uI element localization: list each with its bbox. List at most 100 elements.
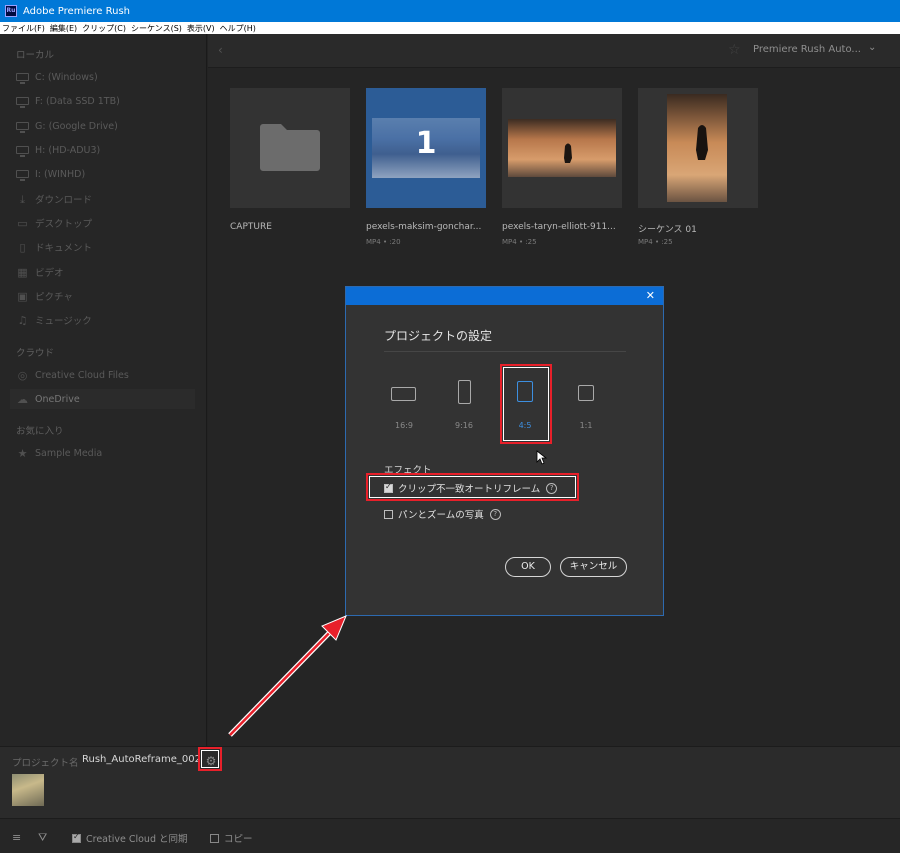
media-item-sequence[interactable]: [638, 88, 758, 208]
copy-label: コピー: [224, 834, 253, 845]
sidebar-item-label: デスクトップ: [35, 219, 93, 230]
sidebar-item-documents[interactable]: ▯ ドキュメント: [16, 237, 201, 257]
project-name-label: プロジェクト名: [12, 758, 79, 769]
dialog-titlebar: ✕: [346, 287, 663, 305]
sidebar-item-videos[interactable]: ▦ ビデオ: [16, 262, 201, 282]
cloud-icon: ☁: [17, 392, 28, 406]
drive-icon: [16, 170, 29, 181]
project-media-thumbnail[interactable]: [12, 774, 44, 806]
window-title: Adobe Premiere Rush: [23, 5, 130, 17]
project-name-field[interactable]: Rush_AutoReframe_002: [82, 754, 201, 765]
sidebar-item-sample-media[interactable]: ★ Sample Media: [16, 443, 201, 463]
sidebar-item-drive-h[interactable]: H: (HD-ADU3): [16, 140, 201, 160]
media-item-video[interactable]: [502, 88, 622, 208]
bottom-toolbar: ≡ ⛛ Creative Cloud と同期 コピー: [0, 818, 900, 853]
selection-order-badge: 1: [415, 126, 437, 161]
sidebar-item-label: ミュージック: [35, 316, 92, 327]
sidebar-item-onedrive[interactable]: ☁ OneDrive: [10, 389, 195, 409]
favorite-star-icon[interactable]: ☆: [728, 42, 741, 58]
sort-icon[interactable]: ≡: [12, 831, 21, 844]
sidebar-item-label: H: (HD-ADU3): [35, 144, 101, 156]
help-icon[interactable]: ?: [489, 508, 501, 520]
sidebar-item-label: ダウンロード: [35, 195, 93, 206]
sidebar-item-label: ピクチャ: [35, 292, 73, 303]
creative-cloud-icon: ◎: [17, 368, 28, 382]
menu-sequence[interactable]: シーケンス(S): [131, 23, 182, 34]
ok-button[interactable]: OK: [505, 557, 551, 577]
video-icon: ▦: [17, 265, 28, 279]
project-panel: プロジェクト名 Rush_AutoReframe_002 ⚙: [0, 746, 900, 818]
highlight-box: [198, 747, 222, 771]
menu-bar: ファイル(F) 編集(E) クリップ(C) シーケンス(S) 表示(V) ヘルプ…: [0, 22, 900, 34]
dialog-heading: プロジェクトの設定: [384, 329, 493, 343]
media-item-name: pexels-taryn-elliott-911...: [502, 222, 616, 232]
sidebar-item-downloads[interactable]: ⤓ ダウンロード: [16, 189, 201, 209]
aspect-ratio-label: 9:16: [455, 421, 473, 430]
menu-edit[interactable]: 編集(E): [50, 23, 77, 34]
folder-icon: [260, 124, 320, 171]
sidebar-item-label: G: (Google Drive): [35, 120, 118, 132]
sync-checkbox[interactable]: [72, 832, 81, 843]
mouse-cursor-icon: [536, 450, 548, 465]
menu-view[interactable]: 表示(V): [187, 23, 215, 34]
sync-label: Creative Cloud と同期: [86, 834, 188, 845]
aspect-ratio-16-9[interactable]: 16:9: [387, 377, 421, 437]
media-item-meta: MP4 • :25: [502, 238, 537, 246]
media-item-name: CAPTURE: [230, 222, 272, 232]
browser-navbar: ‹ ☆ Premiere Rush Auto... ⌄: [208, 34, 900, 68]
sidebar-item-drive-g[interactable]: G: (Google Drive): [16, 116, 201, 136]
sidebar-header-favorites: お気に入り: [16, 426, 64, 437]
media-item-folder[interactable]: [230, 88, 350, 208]
location-sidebar: ローカル C: (Windows) F: (Data SSD 1TB) G: (…: [0, 34, 207, 746]
sidebar-item-label: F: (Data SSD 1TB): [35, 95, 120, 107]
media-item-video-selected[interactable]: 1: [366, 88, 486, 208]
chevron-down-icon[interactable]: ⌄: [868, 42, 876, 53]
aspect-ratio-label: 16:9: [395, 421, 413, 430]
sidebar-item-label: Creative Cloud Files: [35, 369, 129, 381]
media-item-meta: MP4 • :20: [366, 238, 401, 246]
back-chevron-icon[interactable]: ‹: [218, 43, 223, 57]
drive-icon: [16, 122, 29, 133]
sidebar-item-pictures[interactable]: ▣ ピクチャ: [16, 286, 201, 306]
copy-toggle[interactable]: コピー: [210, 831, 253, 845]
aspect-ratio-1-1[interactable]: 1:1: [569, 377, 603, 437]
sync-creative-cloud-toggle[interactable]: Creative Cloud と同期: [72, 831, 188, 845]
sidebar-item-drive-c[interactable]: C: (Windows): [16, 67, 201, 87]
media-item-name: pexels-maksim-gonchar...: [366, 222, 482, 232]
premiere-rush-app-icon: Ru: [5, 5, 17, 17]
download-icon: ⤓: [20, 192, 25, 206]
sidebar-item-creative-cloud-files[interactable]: ◎ Creative Cloud Files: [16, 365, 201, 385]
aspect-ratio-9-16[interactable]: 9:16: [447, 377, 481, 437]
highlight-box: [500, 364, 552, 444]
menu-help[interactable]: ヘルプ(H): [220, 23, 256, 34]
divider: [384, 351, 626, 352]
filter-icon[interactable]: ⛛: [38, 831, 47, 845]
sidebar-header-cloud: クラウド: [16, 348, 55, 359]
landscape-frame-icon: [391, 387, 416, 401]
close-icon[interactable]: ✕: [646, 289, 655, 302]
sidebar-item-label: ドキュメント: [35, 243, 93, 254]
window-titlebar: Ru Adobe Premiere Rush: [0, 0, 900, 22]
cancel-button[interactable]: キャンセル: [560, 557, 627, 577]
aspect-ratio-label: 1:1: [579, 421, 593, 430]
star-icon: ★: [17, 446, 28, 460]
copy-checkbox[interactable]: [210, 833, 219, 843]
sidebar-item-music[interactable]: ♫ ミュージック: [16, 310, 201, 330]
sidebar-item-desktop[interactable]: ▭ デスクトップ: [16, 213, 201, 233]
drive-icon: [16, 73, 29, 84]
sidebar-item-drive-i[interactable]: I: (WINHD): [16, 164, 201, 184]
media-item-name: シーケンス 01: [638, 225, 697, 235]
option-label: パンとズームの写真: [398, 510, 484, 521]
pan-zoom-photos-option[interactable]: パンとズームの写真 ?: [384, 507, 501, 521]
project-settings-dialog: ✕ プロジェクトの設定 16:9 9:16 4:5 1:1 エフェクト クリップ…: [345, 286, 664, 616]
desktop-icon: ▭: [17, 216, 28, 230]
menu-clip[interactable]: クリップ(C): [82, 23, 126, 34]
music-icon: ♫: [17, 313, 28, 327]
pan-zoom-checkbox[interactable]: [384, 509, 393, 519]
sidebar-item-label: Sample Media: [35, 447, 103, 459]
drive-icon: [16, 146, 29, 157]
menu-file[interactable]: ファイル(F): [2, 23, 45, 34]
current-location[interactable]: Premiere Rush Auto...: [753, 44, 861, 55]
sidebar-item-drive-f[interactable]: F: (Data SSD 1TB): [16, 91, 201, 111]
drive-icon: [16, 97, 29, 108]
